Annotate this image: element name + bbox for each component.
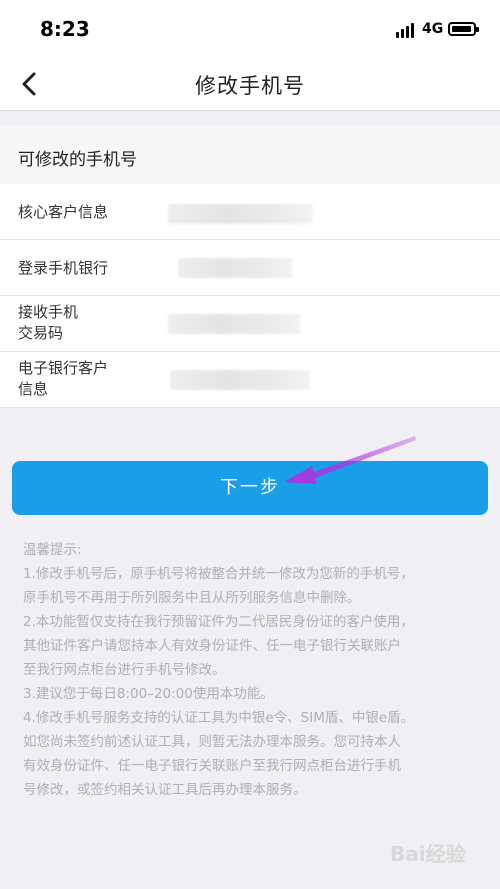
tips-line: 4.修改手机号服务支持的认证工具为中银e令、SIM盾、中银e盾。 — [23, 710, 415, 726]
row-label: 接收手机 交易码 — [18, 302, 78, 344]
status-time: 8:23 — [40, 17, 90, 41]
section-header: 可修改的手机号 — [0, 126, 500, 184]
masked-phone-value — [178, 258, 292, 278]
tips-line: 2.本功能暂仅支持在我行预留证件为二代居民身份证的客户使用， — [23, 614, 414, 630]
network-type: 4G — [422, 21, 444, 37]
tips-line: 原手机号不再用于所列服务中且从所列服务信息中删除。 — [23, 590, 361, 606]
battery-icon — [448, 22, 479, 36]
masked-phone-value — [168, 314, 300, 334]
row-label-line: 交易码 — [18, 324, 64, 342]
nav-bar: 修改手机号 — [0, 58, 500, 111]
warm-tips: 温馨提示: 1.修改手机号后，原手机号将被整合并统一修改为您新的手机号， 原手机… — [23, 538, 479, 802]
annotation-arrow-icon — [284, 436, 416, 484]
tips-line: 其他证件客户请您持本人有效身份证件、任一电子银行关联账户 — [23, 638, 401, 654]
row-label: 登录手机银行 — [18, 259, 109, 277]
masked-phone-value — [168, 204, 313, 224]
tips-line: 1.修改手机号后，原手机号将被整合并统一修改为您新的手机号， — [23, 566, 414, 582]
row-label-line: 接收手机 — [18, 303, 79, 321]
status-bar: 8:23 4G — [0, 0, 500, 58]
tips-line: 号修改，或签约相关认证工具后再办理本服务。 — [23, 782, 307, 798]
row-label: 核心客户信息 — [18, 203, 109, 221]
tips-title: 温馨提示: — [23, 542, 82, 558]
masked-phone-value — [170, 370, 310, 390]
page-title: 修改手机号 — [195, 74, 305, 98]
row-label: 电子银行客户 信息 — [18, 358, 108, 400]
watermark-text: Bai经验 — [390, 842, 466, 866]
info-list: 核心客户信息 登录手机银行 接收手机 交易码 电子银行客户 信息 — [0, 184, 500, 408]
baidu-jingyan-watermark: Bai经验 — [390, 838, 490, 874]
tips-line: 如您尚未签约前述认证工具，则暂无法办理本服务。您可持本人 — [23, 734, 401, 750]
list-item-mobile-banking-login: 登录手机银行 — [0, 240, 500, 296]
signal-icon — [396, 22, 418, 38]
row-label-line: 电子银行客户 — [18, 359, 109, 377]
list-item-core-customer-info: 核心客户信息 — [0, 184, 500, 240]
tips-line: 至我行网点柜台进行手机号修改。 — [23, 662, 226, 678]
row-label-line: 信息 — [18, 380, 49, 398]
section-title: 可修改的手机号 — [18, 150, 137, 170]
list-item-transaction-code-receiver: 接收手机 交易码 — [0, 296, 500, 352]
list-item-ebank-customer-info: 电子银行客户 信息 — [0, 352, 500, 408]
tips-line: 3.建议您于每日8:00–20:00使用本功能。 — [23, 686, 274, 702]
tips-line: 有效身份证件、任一电子银行关联账户至我行网点柜台进行手机 — [23, 758, 401, 774]
